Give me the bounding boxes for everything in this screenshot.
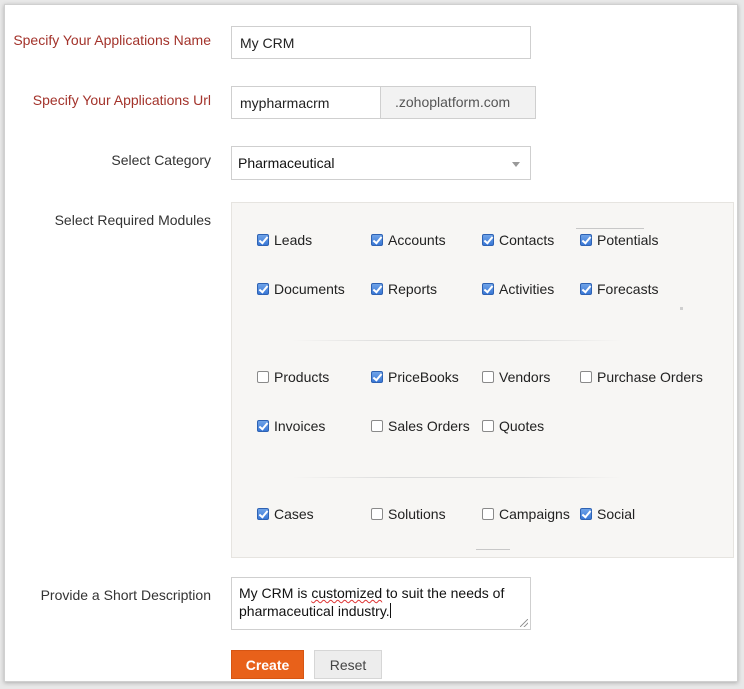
module-solutions[interactable]: Solutions	[371, 504, 446, 524]
text-caret	[389, 603, 391, 618]
reset-button[interactable]: Reset	[314, 650, 382, 679]
checkbox-icon[interactable]	[371, 420, 383, 432]
checkbox-icon[interactable]	[580, 234, 592, 246]
create-button[interactable]: Create	[231, 650, 304, 679]
app-name-input[interactable]	[231, 26, 531, 59]
create-application-form: Specify Your Applications Name Specify Y…	[4, 4, 738, 682]
module-contacts[interactable]: Contacts	[482, 230, 554, 250]
checkbox-icon[interactable]	[257, 234, 269, 246]
category-selected-value: Pharmaceutical	[238, 155, 335, 171]
app-url-suffix: .zohoplatform.com	[381, 86, 536, 119]
module-leads[interactable]: Leads	[257, 230, 312, 250]
checkbox-icon[interactable]	[482, 420, 494, 432]
checkbox-icon[interactable]	[257, 508, 269, 520]
description-textarea[interactable]: My CRM is customized to suit the needs o…	[231, 577, 531, 630]
checkbox-icon[interactable]	[371, 508, 383, 520]
module-sales-orders[interactable]: Sales Orders	[371, 416, 470, 436]
panel-dot	[680, 307, 683, 310]
module-social[interactable]: Social	[580, 504, 635, 524]
module-activities[interactable]: Activities	[482, 279, 554, 299]
category-label: Select Category	[111, 152, 211, 168]
group-separator	[292, 477, 622, 478]
checkbox-icon[interactable]	[257, 283, 269, 295]
description-label: Provide a Short Description	[40, 587, 211, 603]
module-campaigns[interactable]: Campaigns	[482, 504, 570, 524]
module-vendors[interactable]: Vendors	[482, 367, 550, 387]
module-pricebooks[interactable]: PriceBooks	[371, 367, 459, 387]
module-cases[interactable]: Cases	[257, 504, 314, 524]
app-name-label: Specify Your Applications Name	[13, 32, 211, 48]
checkbox-icon[interactable]	[371, 283, 383, 295]
app-url-label: Specify Your Applications Url	[32, 92, 211, 108]
app-url-input[interactable]	[231, 86, 381, 119]
module-forecasts[interactable]: Forecasts	[580, 279, 658, 299]
group-separator	[292, 340, 622, 341]
panel-tick-line	[476, 549, 510, 550]
checkbox-icon[interactable]	[482, 508, 494, 520]
panel-tick-line	[576, 228, 644, 229]
category-select[interactable]: Pharmaceutical	[231, 146, 531, 180]
modules-panel: Leads Accounts Contacts Potentials Docum…	[231, 202, 734, 558]
module-products[interactable]: Products	[257, 367, 329, 387]
module-accounts[interactable]: Accounts	[371, 230, 446, 250]
resize-handle-icon[interactable]	[520, 619, 528, 627]
module-quotes[interactable]: Quotes	[482, 416, 544, 436]
checkbox-icon[interactable]	[371, 371, 383, 383]
checkbox-icon[interactable]	[257, 420, 269, 432]
checkbox-icon[interactable]	[482, 371, 494, 383]
checkbox-icon[interactable]	[482, 283, 494, 295]
checkbox-icon[interactable]	[580, 371, 592, 383]
misspelled-word: customized	[311, 585, 383, 601]
checkbox-icon[interactable]	[257, 371, 269, 383]
chevron-down-icon	[512, 162, 520, 167]
checkbox-icon[interactable]	[482, 234, 494, 246]
checkbox-icon[interactable]	[580, 283, 592, 295]
modules-label: Select Required Modules	[54, 212, 211, 228]
module-purchase-orders[interactable]: Purchase Orders	[580, 367, 703, 387]
module-documents[interactable]: Documents	[257, 279, 345, 299]
checkbox-icon[interactable]	[580, 508, 592, 520]
module-invoices[interactable]: Invoices	[257, 416, 325, 436]
module-reports[interactable]: Reports	[371, 279, 437, 299]
module-potentials[interactable]: Potentials	[580, 230, 658, 250]
checkbox-icon[interactable]	[371, 234, 383, 246]
